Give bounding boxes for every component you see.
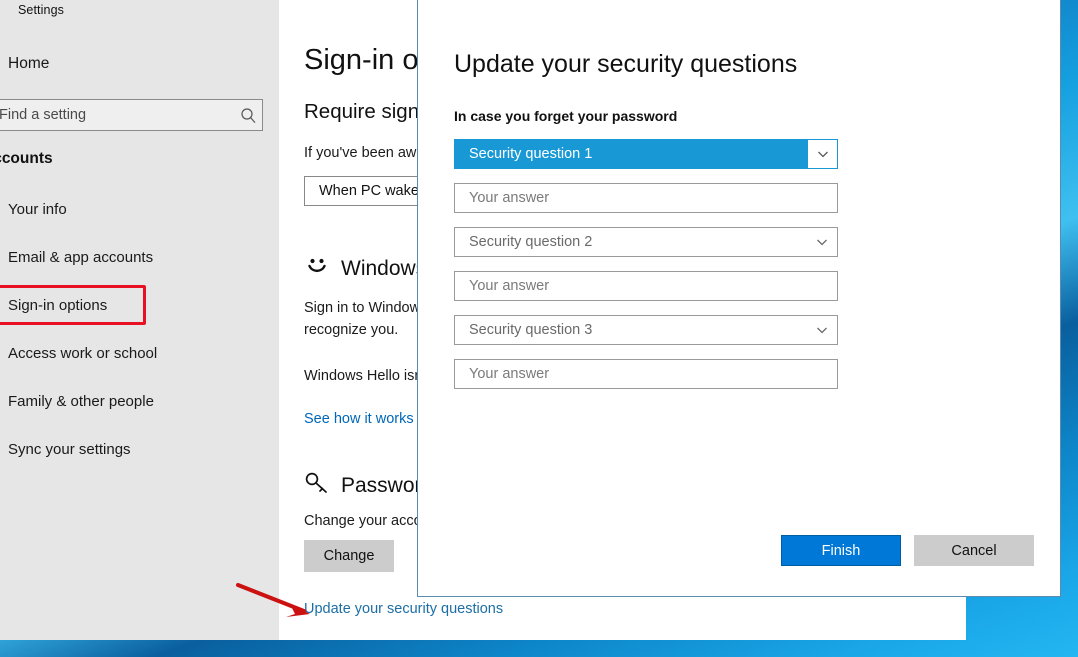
- password-heading: Password: [304, 470, 433, 502]
- chevron-down-icon: [807, 235, 837, 249]
- finish-button-label: Finish: [821, 542, 861, 559]
- windows-hello-desc-line2: recognize you.: [304, 322, 399, 338]
- key-icon: [304, 470, 330, 502]
- sidebar-section-heading: Accounts: [0, 150, 53, 167]
- sidebar-item-email-app-accounts[interactable]: Email & app accounts: [8, 242, 273, 272]
- sidebar-item-access-work-or-school[interactable]: Access work or school: [8, 338, 273, 368]
- dialog-subtitle: In case you forget your password: [454, 108, 678, 124]
- smiley-face-icon: [304, 253, 330, 285]
- security-question-3-value: Security question 3: [469, 322, 593, 338]
- cancel-button[interactable]: Cancel: [914, 535, 1034, 566]
- sidebar-item-label: Access work or school: [8, 344, 158, 362]
- security-question-3-row: Security question 3: [454, 315, 838, 345]
- search-icon: [234, 107, 262, 124]
- sidebar-item-label: Sync your settings: [8, 440, 131, 458]
- chevron-down-icon: [807, 140, 837, 168]
- sidebar-item-family-other-people[interactable]: Family & other people: [8, 386, 273, 416]
- cancel-button-label: Cancel: [951, 542, 997, 559]
- security-answer-2-row: [454, 271, 838, 301]
- security-answer-1-row: [454, 183, 838, 213]
- security-answer-3-input[interactable]: [454, 359, 838, 389]
- sidebar-item-sync-your-settings[interactable]: Sync your settings: [8, 434, 273, 464]
- security-question-1-value: Security question 1: [469, 146, 593, 162]
- change-password-button[interactable]: Change: [304, 540, 394, 572]
- security-question-2-value: Security question 2: [469, 234, 593, 250]
- sidebar-item-sign-in-options[interactable]: Sign-in options: [8, 290, 273, 320]
- update-security-questions-dialog: Update your security questions In case y…: [417, 0, 1061, 597]
- sidebar-item-label: Sign-in options: [8, 296, 108, 314]
- security-question-1-row: Security question 1: [454, 139, 838, 169]
- security-answer-1-input[interactable]: [454, 183, 838, 213]
- security-answer-2-input[interactable]: [454, 271, 838, 301]
- sidebar-item-your-info[interactable]: Your info: [8, 194, 273, 224]
- security-answer-3-row: [454, 359, 838, 389]
- app-title: Settings: [18, 3, 64, 17]
- sidebar: Settings Home Accounts Your info Email &…: [0, 0, 279, 640]
- sidebar-item-home[interactable]: Home: [8, 55, 273, 83]
- sidebar-item-home-label: Home: [8, 55, 50, 72]
- dynamic-lock-heading: Dynamic lock: [304, 638, 429, 640]
- change-password-button-label: Change: [323, 548, 375, 564]
- finish-button[interactable]: Finish: [781, 535, 901, 566]
- security-question-2-select[interactable]: Security question 2: [454, 227, 838, 257]
- chevron-down-icon: [807, 323, 837, 337]
- search-input[interactable]: [0, 106, 234, 124]
- see-how-it-works-link[interactable]: See how it works: [304, 411, 414, 427]
- security-question-1-select[interactable]: Security question 1: [454, 139, 838, 169]
- sidebar-item-label: Your info: [8, 200, 67, 218]
- search-box[interactable]: [0, 99, 263, 131]
- sidebar-item-label: Family & other people: [8, 392, 154, 410]
- security-question-2-row: Security question 2: [454, 227, 838, 257]
- update-security-questions-link[interactable]: Update your security questions: [304, 601, 503, 617]
- dialog-title: Update your security questions: [454, 50, 798, 78]
- security-question-3-select[interactable]: Security question 3: [454, 315, 838, 345]
- sidebar-item-label: Email & app accounts: [8, 248, 154, 266]
